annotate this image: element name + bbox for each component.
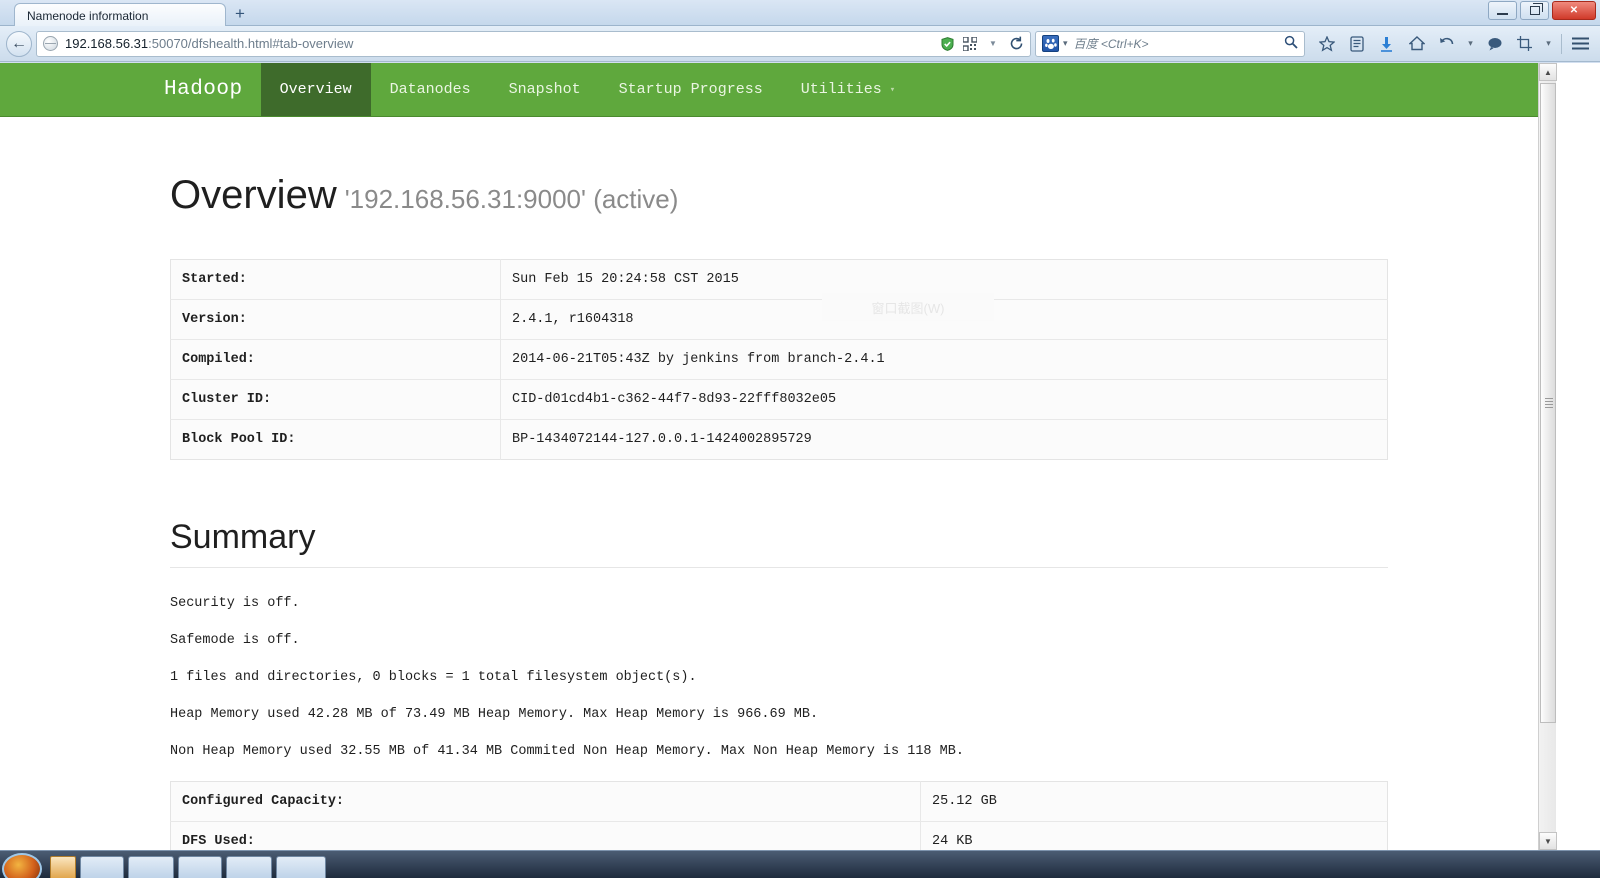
new-tab-button[interactable]: + [230,5,250,24]
address-bar-text: 192.168.56.31:50070/dfshealth.html#tab-o… [65,36,931,51]
menu-icon[interactable] [1567,30,1594,57]
qrcode-icon[interactable] [962,36,978,52]
nav-item-startup-progress-label: Startup Progress [618,81,763,98]
bookmark-star-icon[interactable] [1313,30,1340,57]
toolbar-divider [1561,33,1562,54]
scroll-down-arrow[interactable]: ▼ [1539,832,1557,850]
row-key-version: Version: [170,299,501,340]
table-row: DFS Used: 24 KB [170,821,1388,850]
search-icon[interactable] [1284,35,1298,52]
taskbar-item[interactable] [276,855,326,878]
comment-icon[interactable] [1481,30,1508,57]
row-key-compiled: Compiled: [170,339,501,380]
row-value-block-pool-id: BP-1434072144-127.0.0.1-1424002895729 [500,419,1388,460]
search-input-placeholder: 百度 <Ctrl+K> [1073,37,1149,51]
nav-item-overview-label: Overview [279,81,352,98]
home-icon[interactable] [1403,30,1430,57]
row-value-configured-capacity: 25.12 GB [932,794,997,810]
shield-icon[interactable] [939,36,955,52]
row-key-dfs-used: DFS Used: [170,821,921,850]
page-title-subtitle: '192.168.56.31:9000' (active) [344,184,679,214]
table-row: Started: Sun Feb 15 20:24:58 CST 2015 [170,259,1388,300]
summary-line-safemode: Safemode is off. [170,633,300,649]
namenode-info-table: Started: Sun Feb 15 20:24:58 CST 2015 Ve… [170,259,1388,460]
nav-item-datanodes[interactable]: Datanodes [371,63,490,116]
scrollbar-thumb[interactable] [1540,83,1556,723]
nav-item-snapshot-label: Snapshot [508,81,581,98]
capacity-table: Configured Capacity: 25.12 GB DFS Used: … [170,781,1388,850]
site-globe-icon [43,36,58,51]
browser-tab[interactable]: Namenode information [14,3,226,27]
browser-window: Namenode information + ✕ ← 192.168.56.31… [0,0,1600,878]
taskbar-item[interactable] [178,855,222,878]
page-title: Overview '192.168.56.31:9000' (active) [170,173,1386,217]
dropdown-icon[interactable]: ▾ [1463,30,1478,57]
row-value-version: 2.4.1, r1604318 [500,299,1388,340]
browser-tab-title: Namenode information [27,8,149,23]
reload-icon[interactable] [1008,36,1024,52]
reading-list-icon[interactable] [1343,30,1370,57]
table-row: Cluster ID: CID-d01cd4b1-c362-44f7-8d93-… [170,379,1388,420]
nav-item-datanodes-label: Datanodes [389,81,471,98]
nav-item-snapshot[interactable]: Snapshot [490,63,600,116]
summary-line-non-heap-memory: Non Heap Memory used 32.55 MB of 41.34 M… [170,744,964,760]
windows-taskbar [0,850,1600,878]
minimize-button[interactable] [1488,1,1517,20]
table-row: Compiled: 2014-06-21T05:43Z by jenkins f… [170,339,1388,380]
row-value-compiled: 2014-06-21T05:43Z by jenkins from branch… [500,339,1388,380]
summary-title: Summary [170,518,1388,568]
table-row: Version: 2.4.1, r1604318 [170,299,1388,340]
row-key-block-pool-id: Block Pool ID: [170,419,501,460]
search-bar[interactable]: ▾ 百度 <Ctrl+K> [1035,30,1305,57]
row-value-started: Sun Feb 15 20:24:58 CST 2015 [512,272,739,287]
row-key-configured-capacity: Configured Capacity: [170,781,921,822]
scrollbar-grip [1545,398,1553,408]
quicklaunch-item[interactable] [50,855,76,878]
table-row: Block Pool ID: BP-1434072144-127.0.0.1-1… [170,419,1388,460]
taskbar-item[interactable] [226,855,272,878]
hadoop-page: Hadoop Overview Datanodes Snapshot Start… [0,63,1557,850]
address-bar-icons: ▼ [931,36,1024,52]
nav-item-utilities-label: Utilities [800,81,882,98]
chevron-down-icon: ▾ [889,84,896,95]
chevron-down-icon[interactable]: ▼ [985,36,1001,52]
url-path: :50070/dfshealth.html#tab-overview [148,36,354,51]
close-button[interactable]: ✕ [1552,1,1596,20]
row-key-cluster-id: Cluster ID: [170,379,501,420]
taskbar-item[interactable] [128,855,174,878]
tab-strip: Namenode information + ✕ [0,0,1600,27]
dropdown-icon-2[interactable]: ▾ [1541,30,1556,57]
taskbar-item[interactable] [80,855,124,878]
restore-button[interactable] [1520,1,1549,20]
engine-dropdown-icon[interactable]: ▾ [1063,38,1068,49]
scroll-up-arrow[interactable]: ▲ [1539,63,1557,81]
page-content: Overview '192.168.56.31:9000' (active) St… [0,173,1556,850]
table-row: Configured Capacity: 25.12 GB [170,781,1388,822]
page-title-main: Overview [170,173,337,217]
summary-line-security: Security is off. [170,596,300,612]
baidu-engine-icon[interactable] [1042,35,1059,52]
summary-line-heap-memory: Heap Memory used 42.28 MB of 73.49 MB He… [170,707,819,723]
download-icon[interactable] [1373,30,1400,57]
browser-toolbar: ← 192.168.56.31:50070/dfshealth.html#tab… [0,26,1600,62]
nav-item-overview[interactable]: Overview [260,63,371,116]
start-button[interactable] [2,852,42,878]
back-button[interactable]: ← [6,30,32,57]
url-host: 192.168.56.31 [65,36,149,51]
page-viewport: Hadoop Overview Datanodes Snapshot Start… [0,63,1600,850]
screenshot-icon[interactable] [1511,30,1538,57]
nav-item-startup-progress[interactable]: Startup Progress [600,63,782,116]
summary-line-filesystem-objects: 1 files and directories, 0 blocks = 1 to… [170,670,697,686]
hadoop-brand[interactable]: Hadoop [146,63,261,116]
nav-item-utilities[interactable]: Utilities ▾ [782,63,914,116]
browser-tool-buttons: ▾ ▾ [1309,30,1594,57]
row-value-dfs-used: 24 KB [920,821,1388,850]
undo-icon[interactable] [1433,30,1460,57]
row-key-started: Started: [170,259,501,300]
row-value-cluster-id: CID-d01cd4b1-c362-44f7-8d93-22fff8032e05 [500,379,1388,420]
window-controls: ✕ [1488,1,1596,20]
hadoop-navbar: Hadoop Overview Datanodes Snapshot Start… [0,63,1556,117]
address-bar[interactable]: 192.168.56.31:50070/dfshealth.html#tab-o… [36,30,1031,57]
page-scrollbar[interactable]: ▲ ▼ [1538,63,1557,850]
